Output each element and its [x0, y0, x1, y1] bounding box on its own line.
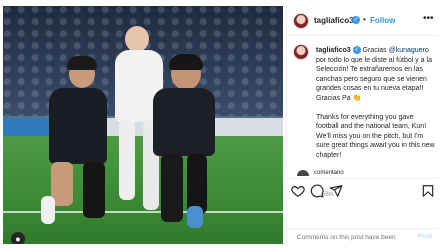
caption-text: tagliafico3 ✓ Gracias @kunaguero por tod…	[316, 46, 436, 170]
header-username[interactable]: tagliafico3	[314, 16, 354, 25]
action-bar	[287, 178, 438, 202]
caption-es-text: por todo lo que le diste al fútbol y a l…	[316, 56, 432, 102]
tagged-people-icon[interactable]: ●	[11, 232, 25, 244]
caption-avatar[interactable]	[293, 44, 309, 60]
avatar[interactable]	[293, 13, 309, 29]
caption-es-start: Gracias	[362, 47, 387, 54]
post-header: tagliafico3 ✓ • Follow •••	[287, 6, 438, 36]
comment-icon[interactable]	[310, 184, 324, 198]
caption-en-text: Thanks for everything you gave football …	[316, 113, 435, 159]
post-comment-button[interactable]: Post	[418, 233, 432, 240]
next-comment-cut: comentario	[314, 170, 344, 176]
clapping-emoji-icon: 👏	[352, 94, 362, 102]
post-side-panel: tagliafico3 ✓ • Follow ••• tagliafico3 ✓…	[286, 6, 438, 244]
add-comment-bar: Post	[287, 228, 438, 244]
bookmark-icon[interactable]	[421, 184, 435, 198]
dot-separator: •	[363, 15, 366, 24]
add-comment-input[interactable]	[297, 232, 407, 242]
share-icon[interactable]	[329, 184, 343, 198]
follow-button[interactable]: Follow	[370, 16, 395, 25]
heart-icon[interactable]	[291, 184, 305, 198]
next-comment-avatar	[297, 170, 309, 176]
more-options-icon[interactable]: •••	[423, 13, 434, 24]
caption-username[interactable]: tagliafico3	[316, 47, 351, 54]
caption-mention[interactable]: @kunaguero	[389, 47, 429, 54]
verified-badge-icon: ✓	[352, 16, 360, 24]
post-photo[interactable]: ●	[3, 6, 283, 244]
caption-verified-icon: ✓	[352, 46, 361, 55]
